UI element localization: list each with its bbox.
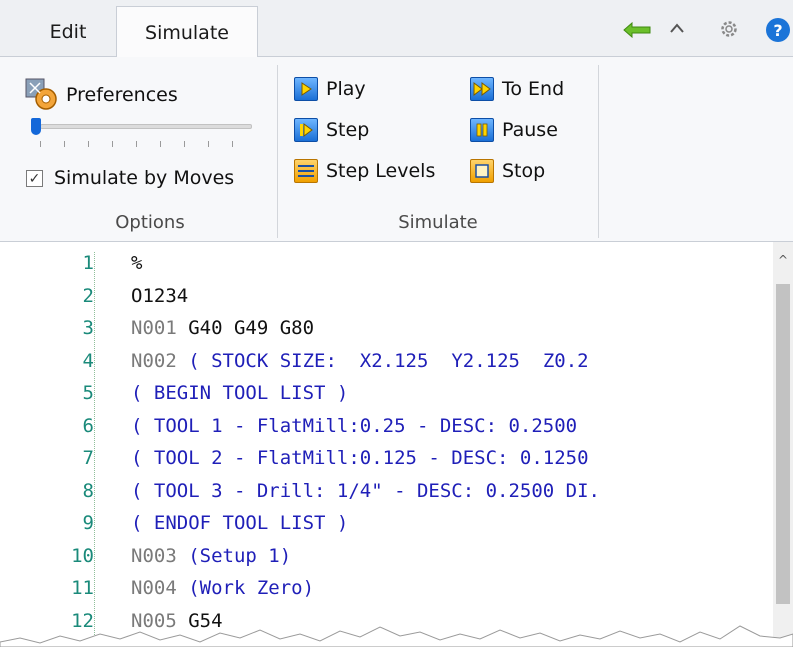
- gutter-divider: [94, 252, 95, 647]
- pause-icon: [470, 118, 494, 142]
- code-comment: ( BEGIN TOOL LIST ): [131, 382, 349, 404]
- play-label: Play: [326, 78, 366, 100]
- simulate-by-moves-checkbox[interactable]: ✓: [26, 170, 43, 187]
- step-levels-label: Step Levels: [326, 160, 436, 182]
- slider-ticks: [36, 141, 248, 147]
- svg-text:?: ?: [773, 21, 782, 40]
- stop-label: Stop: [502, 160, 546, 182]
- scrollbar-thumb[interactable]: [776, 284, 790, 604]
- gear-icon[interactable]: [718, 18, 740, 44]
- line-number: 6: [82, 414, 94, 437]
- back-arrow-icon[interactable]: [623, 21, 651, 42]
- gcode-text: O1234: [131, 284, 189, 307]
- preferences-label: Preferences: [66, 84, 178, 106]
- collapse-ribbon-icon[interactable]: [668, 20, 686, 42]
- app-window: Edit Simulate ? Preferences ✓ Simulate b…: [0, 0, 793, 647]
- scroll-up-icon[interactable]: ^: [776, 252, 790, 268]
- code-comment: ( ENDOF TOOL LIST ): [131, 512, 349, 534]
- code-line: ( TOOL 3 - Drill: 1/4" - DESC: 0.2500 DI…: [131, 480, 600, 502]
- line-number: 2: [82, 284, 94, 307]
- stop-button[interactable]: Stop: [470, 159, 545, 183]
- code-comment: ( STOCK SIZE: X2.125 Y2.125 Z0.2: [188, 349, 589, 372]
- play-icon: [294, 77, 318, 101]
- code-line: O1234: [131, 285, 188, 307]
- speed-slider-track[interactable]: [40, 124, 252, 129]
- step-label: Step: [326, 119, 370, 141]
- code-line: N003 (Setup 1): [131, 545, 291, 567]
- gcode-text: G40 G49 G80: [188, 317, 315, 339]
- sequence-number: N004: [131, 577, 177, 599]
- code-comment: ( TOOL 2 - FlatMill:0.125 - DESC: 0.1250: [131, 447, 589, 469]
- pause-button[interactable]: Pause: [470, 118, 558, 142]
- pause-label: Pause: [502, 119, 558, 141]
- tab-simulate[interactable]: Simulate: [116, 6, 258, 58]
- line-number: 8: [82, 479, 94, 502]
- code-line: N004 (Work Zero): [131, 577, 314, 599]
- to-end-button[interactable]: To End: [470, 77, 564, 101]
- code-line: ( TOOL 1 - FlatMill:0.25 - DESC: 0.2500: [131, 415, 589, 437]
- stop-icon: [470, 159, 494, 183]
- ribbon-panel: Preferences ✓ Simulate by Moves Options …: [0, 57, 793, 242]
- group-separator: [277, 65, 278, 238]
- simulate-group-label: Simulate: [398, 212, 478, 233]
- speed-slider-thumb[interactable]: [31, 118, 41, 135]
- torn-edge: [0, 625, 793, 647]
- tab-edit[interactable]: Edit: [22, 6, 114, 57]
- to-end-label: To End: [502, 78, 565, 100]
- sequence-number: N002: [131, 349, 177, 372]
- ribbon-tab-bar: Edit Simulate ?: [0, 0, 793, 58]
- options-group-label: Options: [115, 212, 185, 233]
- fast-forward-icon: [470, 77, 494, 101]
- code-comment: (Setup 1): [188, 544, 292, 567]
- step-icon: [294, 118, 318, 142]
- step-button[interactable]: Step: [294, 118, 369, 142]
- nc-code-editor[interactable]: 1% 2 O1234 3 N001 G40 G49 G80 4 N002 ( STOCK S…: [0, 242, 793, 647]
- code-line: N001 G40 G49 G80: [131, 317, 314, 339]
- line-number: 11: [71, 577, 94, 599]
- sequence-number: N003: [131, 544, 177, 567]
- code-comment: ( TOOL 1 - FlatMill:0.25 - DESC: 0.2500: [131, 414, 589, 437]
- code-line: %: [131, 252, 142, 274]
- line-number: 9: [82, 512, 94, 534]
- code-line: ( ENDOF TOOL LIST ): [131, 512, 348, 534]
- code-comment: ( TOOL 3 - Drill: 1/4" - DESC: 0.2500 DI…: [131, 479, 600, 502]
- line-number: 3: [82, 317, 94, 339]
- code-line: ( BEGIN TOOL LIST ): [131, 382, 348, 404]
- line-number: 7: [82, 447, 94, 469]
- preferences-icon: [24, 77, 60, 113]
- line-number: 4: [82, 349, 94, 372]
- code-line: ( TOOL 2 - FlatMill:0.125 - DESC: 0.1250: [131, 447, 589, 469]
- step-levels-button[interactable]: Step Levels: [294, 159, 435, 183]
- play-button[interactable]: Play: [294, 77, 366, 101]
- step-levels-icon: [294, 159, 318, 183]
- code-comment: (Work Zero): [188, 577, 315, 599]
- line-number: 1: [82, 252, 94, 274]
- gcode-text: %: [131, 252, 143, 274]
- code-line: N002 ( STOCK SIZE: X2.125 Y2.125 Z0.2: [131, 350, 589, 372]
- help-icon[interactable]: ?: [765, 17, 791, 47]
- sequence-number: N001: [131, 317, 177, 339]
- line-number: 10: [71, 544, 94, 567]
- line-number: 5: [82, 382, 94, 404]
- preferences-button[interactable]: Preferences: [24, 77, 178, 113]
- simulate-by-moves-label: Simulate by Moves: [54, 167, 235, 189]
- group-separator: [598, 65, 599, 238]
